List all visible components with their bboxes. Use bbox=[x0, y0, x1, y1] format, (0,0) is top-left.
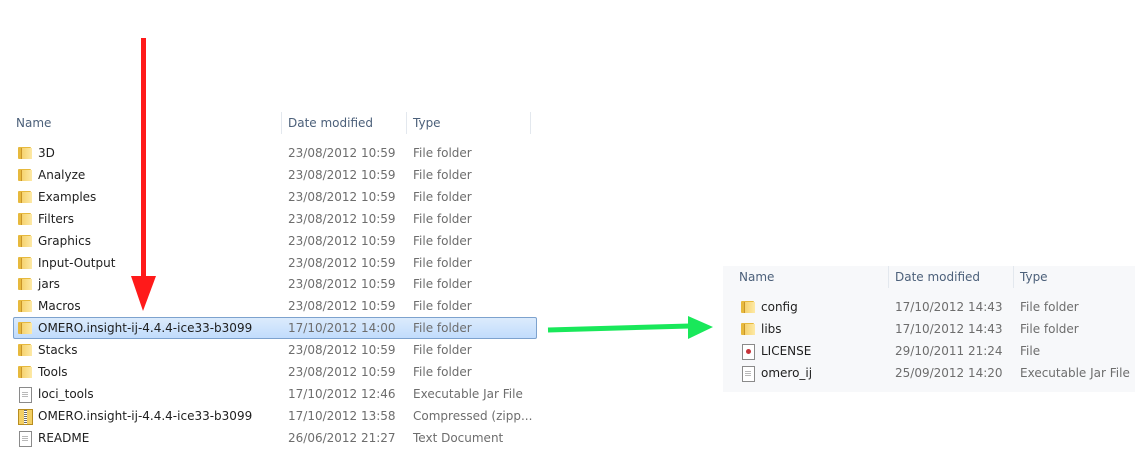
right-arrow bbox=[547, 316, 713, 339]
annotation-arrows bbox=[131, 38, 713, 339]
down-arrow bbox=[131, 38, 156, 311]
